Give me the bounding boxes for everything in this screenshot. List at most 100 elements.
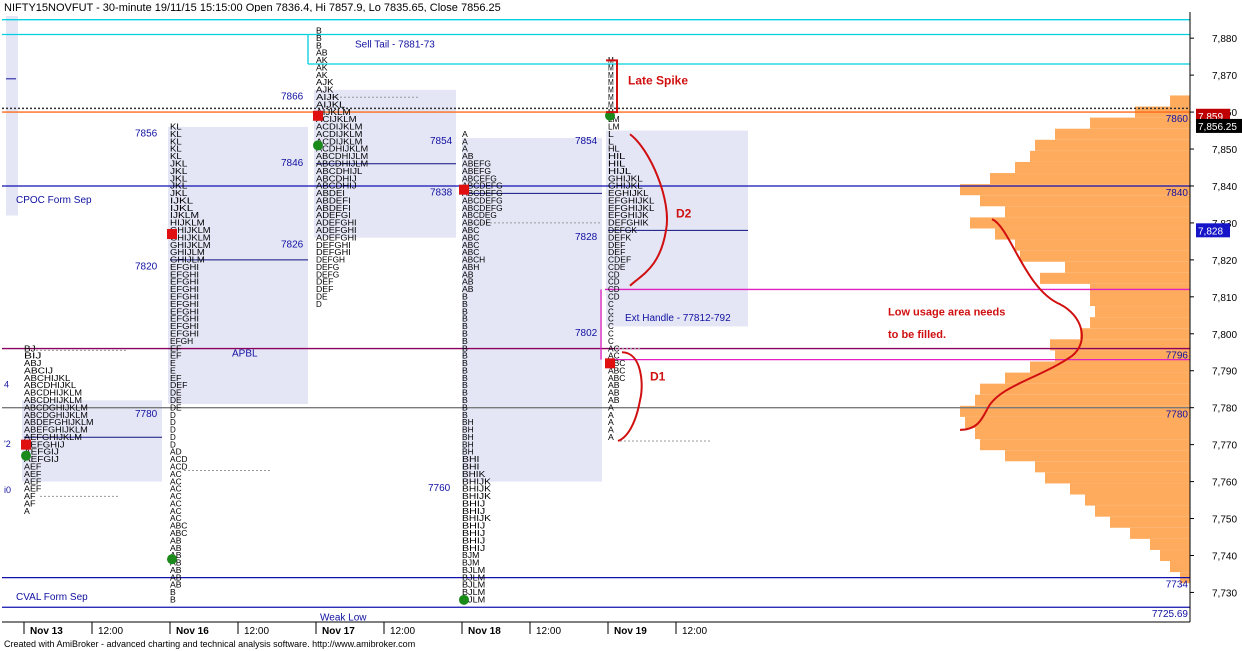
chart-annotation: Sell Tail - 7881-73 (355, 40, 435, 51)
y-tick-label: 7,820 (1212, 256, 1237, 267)
volume-profile-bar (1090, 294, 1190, 307)
volume-profile-bar (1020, 250, 1190, 262)
volume-profile-bar (1045, 472, 1190, 484)
reference-line-label: 7840 (1166, 188, 1189, 199)
price-badge-label: 7,828 (1198, 226, 1223, 237)
volume-profile-bar (1130, 527, 1190, 539)
chart-annotation: CPOC Form Sep (16, 195, 92, 206)
y-tick-label: 7,810 (1212, 293, 1237, 304)
close-marker (167, 554, 177, 565)
volume-profile-bar (1110, 516, 1190, 528)
chart-annotation: 7866 (281, 91, 304, 102)
x-tick-label: 12:00 (244, 626, 269, 637)
volume-profile-bar (990, 173, 1190, 185)
tpo-row: A (608, 433, 615, 442)
volume-profile-bar (1035, 461, 1190, 473)
chart-annotation: 7802 (575, 328, 598, 339)
volume-profile-bar (1005, 450, 1190, 462)
volume-profile-bar (995, 228, 1190, 240)
volume-profile-bar (965, 416, 1190, 429)
y-tick-label: 7,740 (1212, 551, 1237, 562)
y-tick-label: 7,880 (1212, 34, 1237, 45)
volume-profile-bar (1170, 561, 1190, 573)
x-tick-label: Nov 13 (30, 626, 63, 637)
market-profile-chart[interactable]: BJBIJABJABCIJABCHIJKLABCDHIJKLABCDHIJKLM… (0, 0, 1242, 651)
volume-profile-bar (1085, 494, 1190, 506)
y-tick-label: 7,730 (1212, 588, 1237, 599)
volume-profile-bar (1070, 483, 1190, 495)
open-marker (313, 110, 323, 121)
chart-annotation: 7854 (575, 136, 598, 147)
volume-profile-bar (1095, 505, 1190, 517)
x-tick-label: Nov 19 (614, 626, 647, 637)
y-tick-label: 7,780 (1212, 404, 1237, 415)
reference-line-label: 7796 (1166, 351, 1189, 362)
chart-annotation: 7826 (281, 239, 304, 250)
reference-line-label: 7734 (1166, 580, 1189, 591)
chart-annotation: 7838 (430, 188, 453, 199)
open-marker (21, 439, 31, 450)
volume-profile-bar (1015, 239, 1190, 251)
chart-annotation: 7760 (428, 483, 451, 494)
y-tick-label: 7,760 (1212, 478, 1237, 489)
close-marker (313, 140, 323, 151)
close-marker (459, 594, 469, 605)
chart-annotation: 7828 (575, 232, 598, 243)
tpo-row: B (170, 596, 176, 605)
footer-credit: Created with AmiBroker - advanced charti… (4, 639, 416, 649)
chart-annotation: 7780 (135, 409, 158, 420)
reference-line-label: 7860 (1166, 114, 1189, 125)
tpo-row: A (24, 507, 31, 516)
chart-annotation: CVAL Form Sep (16, 592, 88, 603)
volume-profile-bar (1080, 328, 1190, 340)
volume-profile-bar (1160, 549, 1190, 562)
price-badge-label: 7,856.25 (1198, 122, 1237, 133)
chart-annotation: '2 (4, 439, 11, 449)
reference-line-label: 7725.69 (1152, 609, 1189, 620)
x-tick-label: Nov 16 (176, 626, 209, 637)
open-marker (459, 184, 469, 195)
volume-profile-bar (1065, 261, 1190, 273)
volume-profile-bar (1040, 272, 1190, 284)
open-marker (605, 358, 615, 369)
volume-profile-bar (980, 195, 1190, 207)
chart-annotation: D1 (650, 369, 666, 383)
y-tick-label: 7,840 (1212, 182, 1237, 193)
volume-profile-bar (1055, 128, 1190, 140)
chart-annotation: D2 (676, 207, 692, 221)
y-tick-label: 7,750 (1212, 515, 1237, 526)
chart-annotation: 7820 (135, 261, 158, 272)
chart-annotation: 7856 (135, 128, 158, 139)
x-tick-label: Nov 18 (468, 626, 501, 637)
chart-annotation: Ext Handle - 77812-792 (625, 313, 731, 324)
volume-profile-bar (1015, 161, 1190, 174)
chart-annotation: 7846 (281, 158, 304, 169)
y-tick-label: 7,770 (1212, 441, 1237, 452)
chart-annotation: to be filled. (888, 329, 946, 341)
tpo-row: D (316, 300, 322, 309)
open-marker (167, 229, 177, 240)
x-tick-label: 12:00 (98, 626, 123, 637)
volume-profile-bar (980, 383, 1190, 395)
volume-profile-bar (975, 428, 1190, 440)
volume-profile-bar (1090, 317, 1190, 329)
volume-profile-bar (1005, 206, 1190, 218)
volume-profile-bar (980, 439, 1190, 451)
volume-profile-bar (970, 217, 1190, 229)
x-tick-label: 12:00 (536, 626, 561, 637)
x-tick-label: Nov 17 (322, 626, 355, 637)
volume-profile-bar (1170, 95, 1190, 107)
chart-annotation: Low usage area needs (888, 307, 1005, 319)
chart-annotation: APBL (232, 348, 258, 359)
close-marker (21, 450, 31, 461)
chart-annotation: 7854 (430, 136, 453, 147)
volume-profile-bar (1150, 538, 1190, 550)
y-tick-label: 7,800 (1212, 330, 1237, 341)
x-tick-label: 12:00 (390, 626, 415, 637)
volume-profile-bar (1095, 306, 1190, 318)
chart-annotation: i0 (4, 485, 11, 495)
volume-profile-bar (1035, 139, 1190, 151)
reference-line-label: 7780 (1166, 410, 1189, 421)
x-tick-label: 12:00 (682, 626, 707, 637)
chart-annotation: Late Spike (628, 74, 688, 88)
